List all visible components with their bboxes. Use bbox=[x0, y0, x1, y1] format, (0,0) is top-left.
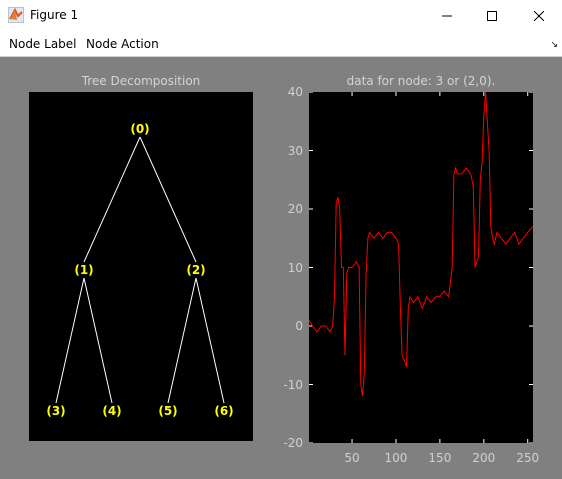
tree-edge bbox=[139, 136, 197, 263]
signal-plot-axes[interactable] bbox=[309, 92, 533, 443]
window-title: Figure 1 bbox=[30, 8, 79, 22]
x-tick-label: 200 bbox=[472, 451, 496, 465]
y-tick-label: 30 bbox=[287, 143, 303, 158]
y-tick-label: -20 bbox=[283, 436, 303, 450]
matlab-figure-icon bbox=[8, 7, 24, 23]
y-tick-label: 0 bbox=[295, 319, 303, 333]
maximize-icon bbox=[487, 10, 497, 21]
tree-edge bbox=[195, 277, 225, 404]
close-icon bbox=[534, 10, 544, 21]
tree-node-0[interactable]: (0) bbox=[130, 122, 149, 136]
tree-edge bbox=[83, 277, 113, 404]
tree-axes[interactable]: (0) (1) (2) (3) (4) (5) (6) bbox=[29, 92, 253, 441]
plot-title: data for node: 3 or (2,0). bbox=[346, 74, 496, 88]
tree-node-1[interactable]: (1) bbox=[74, 263, 93, 277]
y-tick-label: -10 bbox=[283, 377, 303, 392]
tree-edge bbox=[55, 277, 85, 404]
maximize-button[interactable] bbox=[469, 0, 515, 31]
menu-bar: Node Label Node Action ↘ bbox=[0, 31, 562, 57]
signal-series-line bbox=[309, 92, 533, 397]
menu-node-label[interactable]: Node Label bbox=[9, 37, 77, 51]
corner-arrow-icon[interactable]: ↘ bbox=[550, 39, 558, 50]
menu-node-action[interactable]: Node Action bbox=[86, 37, 159, 51]
x-tick-label: 50 bbox=[344, 451, 360, 465]
minimize-icon bbox=[442, 15, 452, 16]
tree-node-5[interactable]: (5) bbox=[158, 404, 177, 418]
window-titlebar: Figure 1 bbox=[0, 0, 562, 32]
y-tick-label: 20 bbox=[287, 202, 303, 216]
tree-edge bbox=[167, 277, 197, 404]
y-tick-label: 40 bbox=[287, 85, 303, 99]
minimize-button[interactable] bbox=[424, 0, 470, 31]
tree-node-6[interactable]: (6) bbox=[214, 404, 233, 418]
close-button[interactable] bbox=[516, 0, 562, 31]
tree-edge bbox=[83, 136, 141, 263]
tree-node-3[interactable]: (3) bbox=[46, 404, 65, 418]
tree-axes-title: Tree Decomposition bbox=[81, 74, 201, 88]
x-tick-label: 250 bbox=[516, 451, 540, 465]
tree-node-4[interactable]: (4) bbox=[102, 404, 121, 418]
tree-node-2[interactable]: (2) bbox=[186, 263, 205, 277]
tree-graph bbox=[55, 136, 225, 404]
signal-plot bbox=[309, 92, 533, 443]
y-tick-label: 10 bbox=[287, 260, 303, 275]
x-tick-label: 150 bbox=[428, 451, 452, 465]
x-tick-label: 100 bbox=[384, 451, 408, 465]
